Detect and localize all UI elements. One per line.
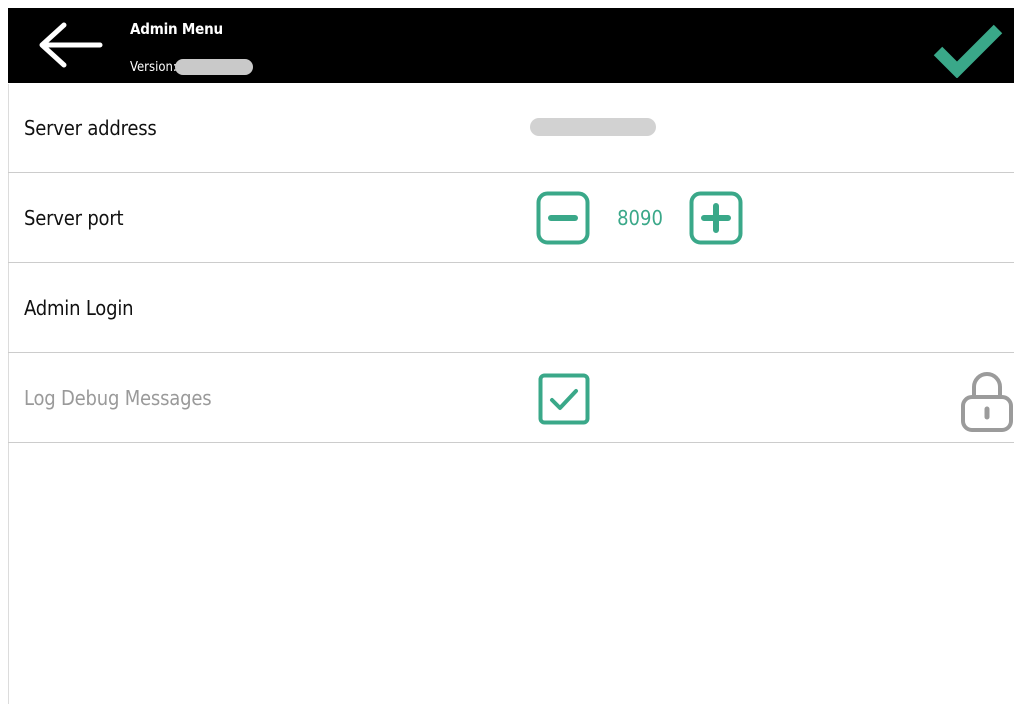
padlock-icon <box>960 367 1014 433</box>
plus-box-icon <box>689 191 743 245</box>
log-debug-label: Log Debug Messages <box>24 386 212 410</box>
admin-login-label: Admin Login <box>24 296 134 320</box>
confirm-button[interactable] <box>932 20 1004 79</box>
version-label: Version: <box>130 59 177 75</box>
server-port-value: 8090 <box>617 206 663 230</box>
server-port-row: Server port 8090 <box>8 173 1014 263</box>
back-button[interactable] <box>30 18 110 74</box>
server-address-label: Server address <box>24 116 157 140</box>
page-title: Admin Menu <box>130 20 223 38</box>
checkbox-checked-icon <box>538 373 590 425</box>
checkmark-icon <box>933 24 1003 79</box>
minus-box-icon <box>536 191 590 245</box>
header-bar: Admin Menu Version: <box>8 8 1014 83</box>
port-decrement-button[interactable] <box>536 191 590 245</box>
log-debug-checkbox[interactable] <box>538 373 590 425</box>
server-address-row[interactable]: Server address <box>8 83 1014 173</box>
version-value-redacted <box>174 59 253 75</box>
admin-login-row[interactable]: Admin Login <box>8 263 1014 353</box>
log-debug-row: Log Debug Messages <box>8 353 1014 443</box>
version-info: Version: <box>130 59 253 75</box>
arrow-left-icon <box>39 22 103 68</box>
server-address-value-redacted <box>530 118 656 136</box>
port-increment-button[interactable] <box>689 191 743 245</box>
server-port-label: Server port <box>24 206 124 230</box>
admin-menu-screen: Admin Menu Version: Server address Serve… <box>0 0 1014 704</box>
